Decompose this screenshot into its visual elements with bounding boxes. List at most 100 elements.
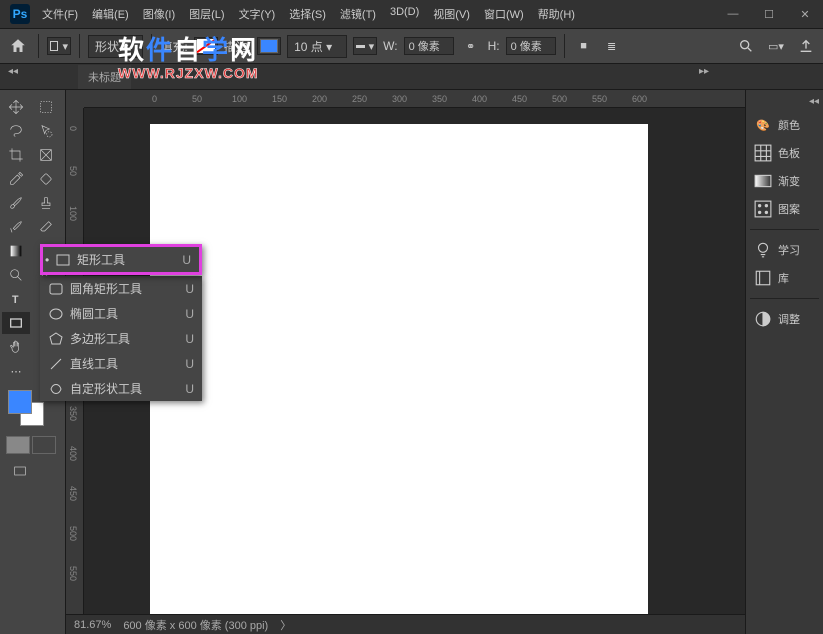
move-tool[interactable] (2, 96, 30, 118)
standard-mode[interactable] (6, 436, 30, 454)
hand-tool[interactable] (2, 336, 30, 358)
shape-mode-select[interactable]: 形状 ▾ (88, 35, 143, 58)
palette-icon: 🎨 (754, 117, 772, 133)
eyedropper-tool[interactable] (2, 168, 30, 190)
screen-mode[interactable] (6, 460, 34, 482)
edit-toolbar[interactable]: ⋯ (2, 360, 30, 382)
zoom-level[interactable]: 81.67% (74, 619, 111, 631)
align-icon[interactable]: ≣ (601, 35, 623, 57)
share-icon[interactable] (795, 35, 817, 57)
canvas[interactable] (150, 124, 648, 614)
bulb-icon (754, 242, 772, 258)
options-bar: ▾ 形状 ▾ 填充: 描边: 10 点 ▾ ▾ W: ⚭ H: ■ ≣ ▭▾ (0, 28, 823, 64)
menu-edit[interactable]: 编辑(E) (86, 2, 135, 26)
flyout-rounded-rect-tool[interactable]: 圆角矩形工具U (40, 276, 202, 301)
fill-label: 填充: (160, 38, 187, 55)
doc-info[interactable]: 600 像素 x 600 像素 (300 ppi) (123, 617, 268, 633)
menu-view[interactable]: 视图(V) (427, 2, 476, 26)
app-logo: Ps (10, 4, 30, 24)
stroke-width-select[interactable]: 10 点 ▾ (287, 35, 347, 58)
menu-layer[interactable]: 图层(L) (183, 2, 230, 26)
path-ops-icon[interactable]: ■ (573, 35, 595, 57)
rounded-rect-icon (48, 281, 64, 297)
stroke-label: 描边: (224, 38, 251, 55)
minimize-button[interactable]: — (719, 4, 747, 24)
window-controls: — ☐ ✕ (719, 4, 819, 24)
quick-select-tool[interactable] (32, 120, 60, 142)
menu-select[interactable]: 选择(S) (283, 2, 332, 26)
dodge-tool[interactable] (2, 264, 30, 286)
maximize-button[interactable]: ☐ (755, 4, 783, 24)
svg-text:T: T (12, 294, 19, 306)
foreground-color[interactable] (8, 390, 32, 414)
ruler-horizontal[interactable]: 050 100150 200250 300350 400450 500550 6… (84, 90, 781, 108)
menu-help[interactable]: 帮助(H) (532, 2, 581, 26)
flyout-custom-shape-tool[interactable]: 自定形状工具U (40, 376, 202, 401)
status-bar: 81.67% 600 像素 x 600 像素 (300 ppi) 〉 (66, 614, 781, 634)
pattern-icon (754, 201, 772, 217)
expand-toolbar-icon[interactable]: ◂◂ (8, 66, 18, 77)
panel-color[interactable]: 🎨颜色 (750, 113, 819, 137)
grid-icon (754, 145, 772, 161)
custom-shape-icon (48, 381, 64, 397)
panel-pattern[interactable]: 图案 (750, 197, 819, 221)
stroke-style[interactable]: ▾ (353, 37, 377, 55)
flyout-line-tool[interactable]: 直线工具U (40, 351, 202, 376)
panel-gradient[interactable]: 渐变 (750, 169, 819, 193)
panel-learn[interactable]: 学习 (750, 238, 819, 262)
crop-tool[interactable] (2, 144, 30, 166)
polygon-icon (48, 331, 64, 347)
menu-image[interactable]: 图像(I) (137, 2, 181, 26)
document-tab[interactable]: 未标题 (78, 65, 131, 89)
menu-type[interactable]: 文字(Y) (233, 2, 282, 26)
link-wh-icon[interactable]: ⚭ (460, 35, 482, 57)
panel-rail-right: ◂◂ 🎨颜色 色板 渐变 图案 学习 库 调整 (745, 90, 823, 634)
eraser-tool[interactable] (32, 216, 60, 238)
healing-tool[interactable] (32, 168, 60, 190)
menu-file[interactable]: 文件(F) (36, 2, 84, 26)
expand-panel-icon[interactable]: ▸▸ (699, 66, 709, 77)
frame-tool[interactable] (32, 144, 60, 166)
flyout-ellipse-tool[interactable]: 椭圆工具U (40, 301, 202, 326)
type-tool[interactable]: T (2, 288, 30, 310)
book-icon (754, 270, 772, 286)
rectangle-icon (55, 252, 71, 268)
line-icon (48, 356, 64, 372)
stamp-tool[interactable] (32, 192, 60, 214)
gradient-icon (754, 173, 772, 189)
menu-bar: 文件(F) 编辑(E) 图像(I) 图层(L) 文字(Y) 选择(S) 滤镜(T… (36, 2, 719, 26)
tool-preset[interactable]: ▾ (47, 37, 71, 55)
width-input[interactable] (404, 37, 454, 55)
panel-swatches[interactable]: 色板 (750, 141, 819, 165)
menu-window[interactable]: 窗口(W) (478, 2, 530, 26)
home-icon (9, 37, 27, 55)
shape-tool-flyout: 圆角矩形工具U 椭圆工具U 多边形工具U 直线工具U 自定形状工具U (40, 276, 202, 401)
flyout-polygon-tool[interactable]: 多边形工具U (40, 326, 202, 351)
panel-libraries[interactable]: 库 (750, 266, 819, 290)
height-input[interactable] (506, 37, 556, 55)
workspace-icon[interactable]: ▭▾ (765, 35, 787, 57)
ruler-corner (66, 90, 84, 108)
search-icon[interactable] (735, 35, 757, 57)
contrast-icon (754, 311, 772, 327)
rectangle-tool[interactable] (2, 312, 30, 334)
brush-tool[interactable] (2, 192, 30, 214)
expand-right-panel-icon[interactable]: ◂◂ (750, 96, 819, 107)
fill-swatch[interactable] (194, 37, 218, 55)
flyout-rectangle-tool[interactable]: 矩形工具U (43, 247, 199, 272)
home-button[interactable] (6, 34, 30, 58)
stroke-swatch[interactable] (257, 37, 281, 55)
history-brush-tool[interactable] (2, 216, 30, 238)
gradient-tool[interactable] (2, 240, 30, 262)
panel-adjustments[interactable]: 调整 (750, 307, 819, 331)
h-label: H: (488, 39, 500, 53)
shape-tool-flyout-highlighted: 矩形工具U (40, 244, 202, 275)
status-chevron[interactable]: 〉 (280, 617, 291, 633)
lasso-tool[interactable] (2, 120, 30, 142)
menu-filter[interactable]: 滤镜(T) (334, 2, 382, 26)
w-label: W: (383, 39, 397, 53)
menu-3d[interactable]: 3D(D) (384, 2, 425, 26)
quickmask-mode[interactable] (32, 436, 56, 454)
marquee-tool[interactable] (32, 96, 60, 118)
close-button[interactable]: ✕ (791, 4, 819, 24)
